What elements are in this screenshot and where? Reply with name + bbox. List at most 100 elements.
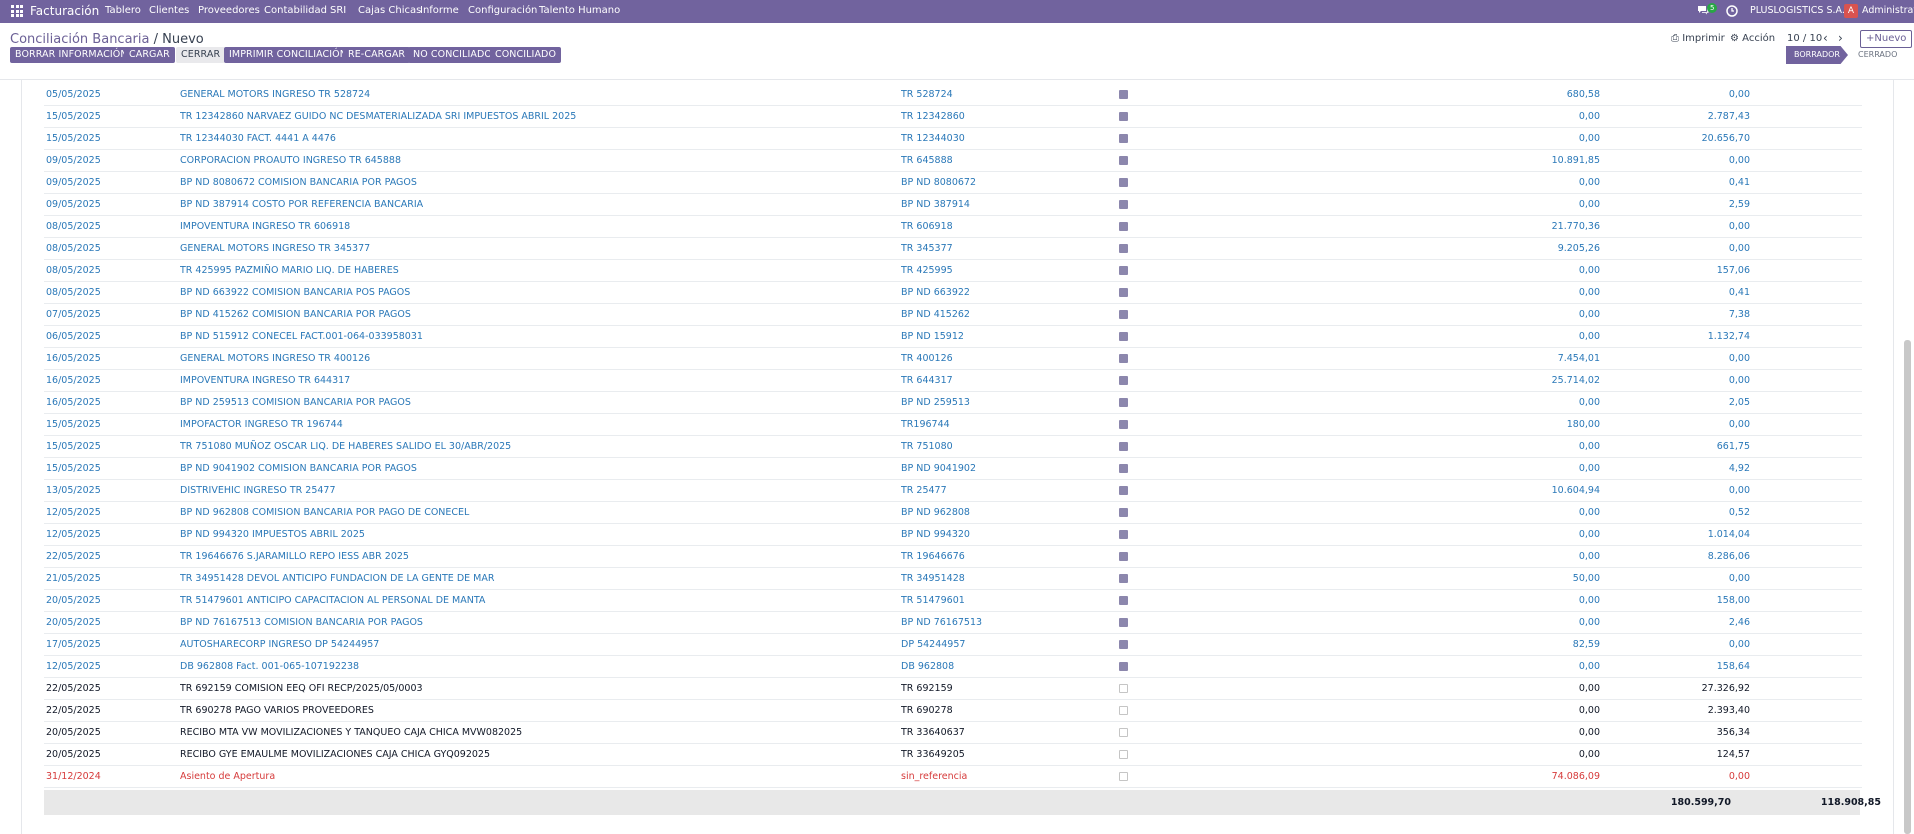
imprimir-conciliacion-button[interactable]: IMPRIMIR CONCILIACIÓN [224,47,352,63]
line-debit[interactable]: 0,00 [1387,325,1600,348]
action-button[interactable]: ⚙ Acción [1730,33,1775,44]
breadcrumb-parent[interactable]: Conciliación Bancaria [10,32,149,47]
line-description[interactable]: IMPOVENTURA INGRESO TR 644317 [180,369,901,392]
line-reference[interactable]: TR 692159 [901,677,1119,700]
line-date[interactable]: 22/05/2025 [44,545,180,568]
line-conciliado-checkbox[interactable] [1119,545,1387,568]
line-debit[interactable]: 10.891,85 [1387,149,1600,172]
menu-cajas-chicas[interactable]: Cajas Chicas [358,0,421,23]
line-reference[interactable]: TR 51479601 [901,589,1119,612]
line-credit[interactable]: 124,57 [1600,743,1750,766]
line-conciliado-checkbox[interactable] [1119,215,1387,238]
line-reference[interactable]: DP 54244957 [901,633,1119,656]
table-row[interactable]: 08/05/2025 IMPOVENTURA INGRESO TR 606918 T… [44,215,1862,238]
line-conciliado-checkbox[interactable] [1119,84,1387,106]
conciliado-button[interactable]: CONCILIADO [490,47,562,63]
line-credit[interactable]: 0,00 [1600,347,1750,370]
line-conciliado-checkbox[interactable] [1119,611,1387,634]
company-switcher[interactable]: PLUSLOGISTICS S.A. [1750,0,1845,23]
table-row[interactable]: 15/05/2025 TR 12344030 FACT. 4441 A 4476 T… [44,127,1862,150]
line-debit[interactable]: 0,00 [1387,743,1600,766]
line-description[interactable]: IMPOVENTURA INGRESO TR 606918 [180,215,901,238]
line-reference[interactable]: TR 25477 [901,479,1119,502]
line-debit[interactable]: 0,00 [1387,259,1600,282]
table-row[interactable]: 07/05/2025 BP ND 415262 COMISION BANCARIA… [44,303,1862,326]
line-debit[interactable]: 0,00 [1387,193,1600,216]
line-reference[interactable]: BP ND 76167513 [901,611,1119,634]
line-conciliado-checkbox[interactable] [1119,655,1387,678]
line-reference[interactable]: BP ND 15912 [901,325,1119,348]
line-description[interactable]: BP ND 8080672 COMISION BANCARIA POR PAGO… [180,171,901,194]
line-description[interactable]: GENERAL MOTORS INGRESO TR 345377 [180,237,901,260]
line-reference[interactable]: TR 33649205 [901,743,1119,766]
cargar-button[interactable]: CARGAR [124,47,175,63]
line-description[interactable]: TR 12344030 FACT. 4441 A 4476 [180,127,901,150]
line-reference[interactable]: TR 34951428 [901,567,1119,590]
line-reference[interactable]: TR 425995 [901,259,1119,282]
line-conciliado-checkbox[interactable] [1119,303,1387,326]
table-row[interactable]: 09/05/2025 BP ND 387914 COSTO POR REFEREN… [44,193,1862,216]
checkbox[interactable] [1119,486,1128,495]
line-debit[interactable]: 0,00 [1387,721,1600,744]
line-credit[interactable]: 2,59 [1600,193,1750,216]
line-date[interactable]: 12/05/2025 [44,655,180,678]
checkbox[interactable] [1119,442,1128,451]
table-row[interactable]: 20/05/2025 BP ND 76167513 COMISION BANCAR… [44,611,1862,634]
line-debit[interactable]: 0,00 [1387,457,1600,480]
scrollbar[interactable] [1904,340,1911,834]
borrar-informacion-button[interactable]: BORRAR INFORMACIÓN [10,47,133,63]
table-row[interactable]: 13/05/2025 DISTRIVEHIC INGRESO TR 25477 TR… [44,479,1862,502]
line-reference[interactable]: BP ND 415262 [901,303,1119,326]
line-debit[interactable]: 50,00 [1387,567,1600,590]
line-date[interactable]: 20/05/2025 [44,589,180,612]
line-description[interactable]: Asiento de Apertura [180,765,901,788]
line-debit[interactable]: 0,00 [1387,391,1600,414]
line-date[interactable]: 16/05/2025 [44,391,180,414]
line-date[interactable]: 20/05/2025 [44,611,180,634]
line-description[interactable]: BP ND 9041902 COMISION BANCARIA POR PAGO… [180,457,901,480]
line-credit[interactable]: 4,92 [1600,457,1750,480]
table-row[interactable]: 20/05/2025 TR 51479601 ANTICIPO CAPACITAC… [44,589,1862,612]
line-date[interactable]: 12/05/2025 [44,523,180,546]
line-date[interactable]: 22/05/2025 [44,677,180,700]
line-date[interactable]: 08/05/2025 [44,215,180,238]
line-reference[interactable]: TR 751080 [901,435,1119,458]
line-debit[interactable]: 82,59 [1387,633,1600,656]
line-description[interactable]: TR 690278 PAGO VARIOS PROVEEDORES [180,699,901,722]
checkbox[interactable] [1119,684,1128,693]
line-credit[interactable]: 0,00 [1600,215,1750,238]
table-row[interactable]: 12/05/2025 DB 962808 Fact. 001-065-107192… [44,655,1862,678]
line-reference[interactable]: TR196744 [901,413,1119,436]
checkbox[interactable] [1119,552,1128,561]
checkbox[interactable] [1119,662,1128,671]
checkbox[interactable] [1119,530,1128,539]
line-reference[interactable]: TR 528724 [901,84,1119,106]
table-row[interactable]: 16/05/2025 BP ND 259513 COMISION BANCARIA… [44,391,1862,414]
menu-informe[interactable]: Informe [420,0,459,23]
line-description[interactable]: TR 692159 COMISION EEQ OFI RECP/2025/05/… [180,677,901,700]
line-debit[interactable]: 7.454,01 [1387,347,1600,370]
line-description[interactable]: DB 962808 Fact. 001-065-107192238 [180,655,901,678]
line-debit[interactable]: 0,00 [1387,501,1600,524]
line-credit[interactable]: 157,06 [1600,259,1750,282]
line-description[interactable]: BP ND 259513 COMISION BANCARIA POR PAGOS [180,391,901,414]
line-debit[interactable]: 0,00 [1387,677,1600,700]
checkbox[interactable] [1119,376,1128,385]
line-conciliado-checkbox[interactable] [1119,105,1387,128]
line-credit[interactable]: 2,46 [1600,611,1750,634]
line-description[interactable]: BP ND 962808 COMISION BANCARIA POR PAGO … [180,501,901,524]
line-date[interactable]: 15/05/2025 [44,457,180,480]
menu-clientes[interactable]: Clientes [149,0,189,23]
line-credit[interactable]: 0,00 [1600,237,1750,260]
line-debit[interactable]: 0,00 [1387,435,1600,458]
line-date[interactable]: 22/05/2025 [44,699,180,722]
checkbox[interactable] [1119,508,1128,517]
line-conciliado-checkbox[interactable] [1119,699,1387,722]
line-date[interactable]: 21/05/2025 [44,567,180,590]
line-description[interactable]: BP ND 994320 IMPUESTOS ABRIL 2025 [180,523,901,546]
menu-contabilidad[interactable]: Contabilidad [264,0,327,23]
menu-configuracion[interactable]: Configuración [468,0,537,23]
checkbox[interactable] [1119,574,1128,583]
line-debit[interactable]: 10.604,94 [1387,479,1600,502]
app-name[interactable]: Facturación [30,0,99,23]
